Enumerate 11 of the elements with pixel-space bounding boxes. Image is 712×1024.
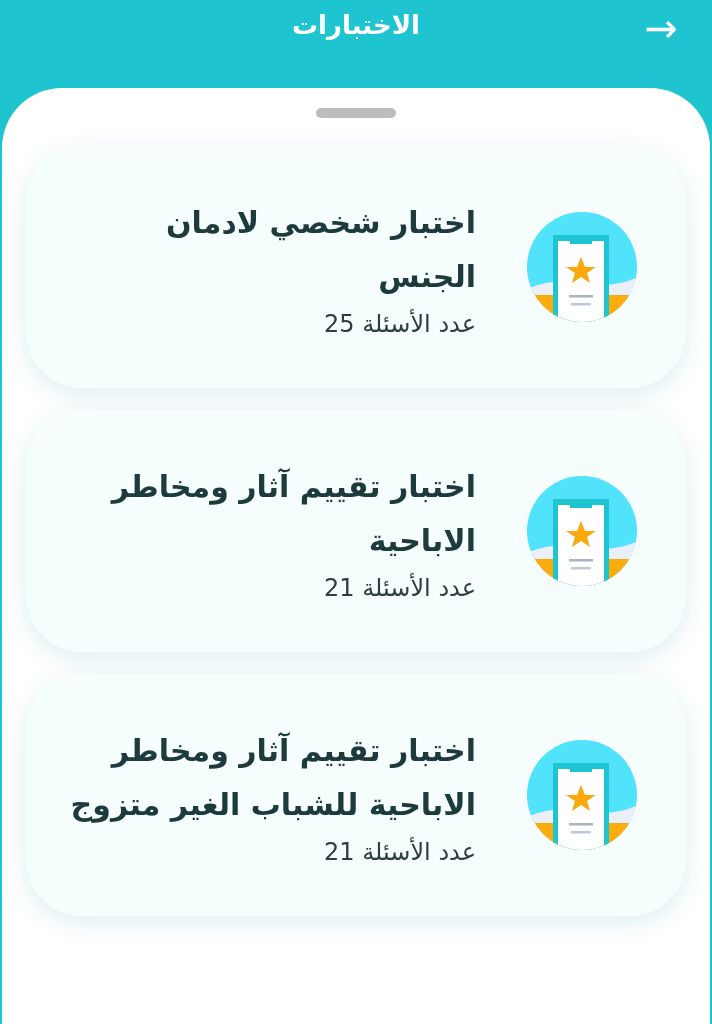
test-title: اختبار شخصي لادمان الجنس <box>164 204 476 296</box>
screen-title: الاختبارات <box>292 10 420 40</box>
question-count: عدد الأسئلة 21 <box>323 574 476 602</box>
question-count: عدد الأسئلة 25 <box>323 310 476 338</box>
test-card[interactable]: اختبار تقييم آثار ومخاطر الاباحية عدد الأسئلة 21 <box>26 410 686 652</box>
test-card[interactable]: اختبار شخصي لادمان الجنس عدد الأسئلة 25 <box>26 146 686 388</box>
drag-handle[interactable] <box>316 108 396 118</box>
question-count: عدد الأسئلة 21 <box>323 838 476 866</box>
test-title: اختبار تقييم آثار ومخاطر الاباحية للشباب الغير متزوج <box>69 731 476 825</box>
test-card[interactable]: اختبار تقييم آثار ومخاطر الاباحية للشباب الغير متزوج عدد الأسئلة 21 <box>26 674 686 916</box>
test-title: اختبار تقييم آثار ومخاطر الاباحية <box>109 467 476 560</box>
